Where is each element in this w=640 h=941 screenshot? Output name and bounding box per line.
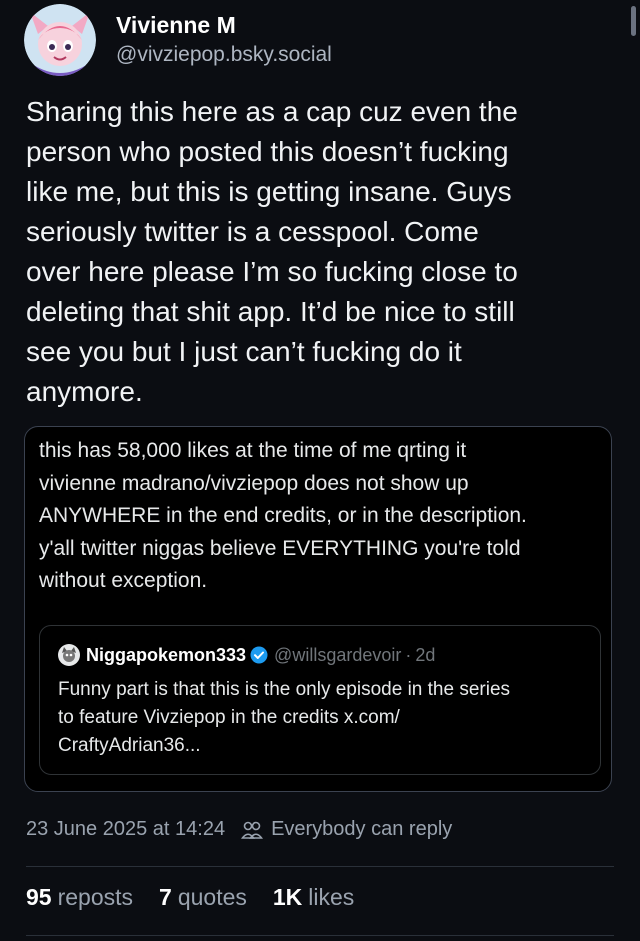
post-meta: 23 June 2025 at 14:24 Everybody can repl… <box>26 818 452 841</box>
inner-separator: · <box>405 644 412 665</box>
inner-quote-header: Niggapokemon333 @willsgardevoir · 2d <box>58 644 435 666</box>
author-display-name[interactable]: Vivienne M <box>116 10 332 40</box>
reposts-label: reposts <box>57 884 134 910</box>
likes-label: likes <box>308 884 355 910</box>
post-stats: 95 reposts 7 quotes 1K likes <box>26 884 380 911</box>
inner-quote-card[interactable]: Niggapokemon333 @willsgardevoir · 2d Fun… <box>39 625 601 775</box>
inner-avatar-icon <box>58 644 80 666</box>
reposts-stat[interactable]: 95 reposts <box>26 884 133 911</box>
likes-count: 1K <box>272 884 303 910</box>
likes-stat[interactable]: 1K likes <box>273 884 354 911</box>
post-text: Sharing this here as a cap cuz even the … <box>26 96 518 407</box>
avatar-icon[interactable] <box>24 4 96 76</box>
quotes-count: 7 <box>159 884 172 910</box>
inner-quote-text: Funny part is that this is the only epis… <box>58 679 511 756</box>
inner-author-handle[interactable]: @willsgardevoir <box>274 645 401 666</box>
divider <box>26 866 614 867</box>
verified-badge-icon <box>250 646 268 664</box>
divider <box>26 935 614 936</box>
author-handle[interactable]: @vivziepop.bsky.social <box>116 40 332 70</box>
reply-setting[interactable]: Everybody can reply <box>271 818 452 841</box>
quotes-label: quotes <box>177 884 247 910</box>
scrollbar[interactable] <box>631 6 636 36</box>
quote-text: this has 58,000 likes at the time of me … <box>39 439 527 592</box>
post-timestamp: 23 June 2025 at 14:24 <box>26 818 226 840</box>
post-header: Vivienne M @vivziepop.bsky.social <box>24 4 332 76</box>
inner-timestamp: 2d <box>415 644 436 665</box>
reposts-count: 95 <box>26 884 52 910</box>
inner-author-name[interactable]: Niggapokemon333 <box>86 645 246 666</box>
quotes-stat[interactable]: 7 quotes <box>159 884 247 911</box>
people-icon <box>241 820 264 840</box>
quote-card[interactable]: this has 58,000 likes at the time of me … <box>24 426 612 792</box>
